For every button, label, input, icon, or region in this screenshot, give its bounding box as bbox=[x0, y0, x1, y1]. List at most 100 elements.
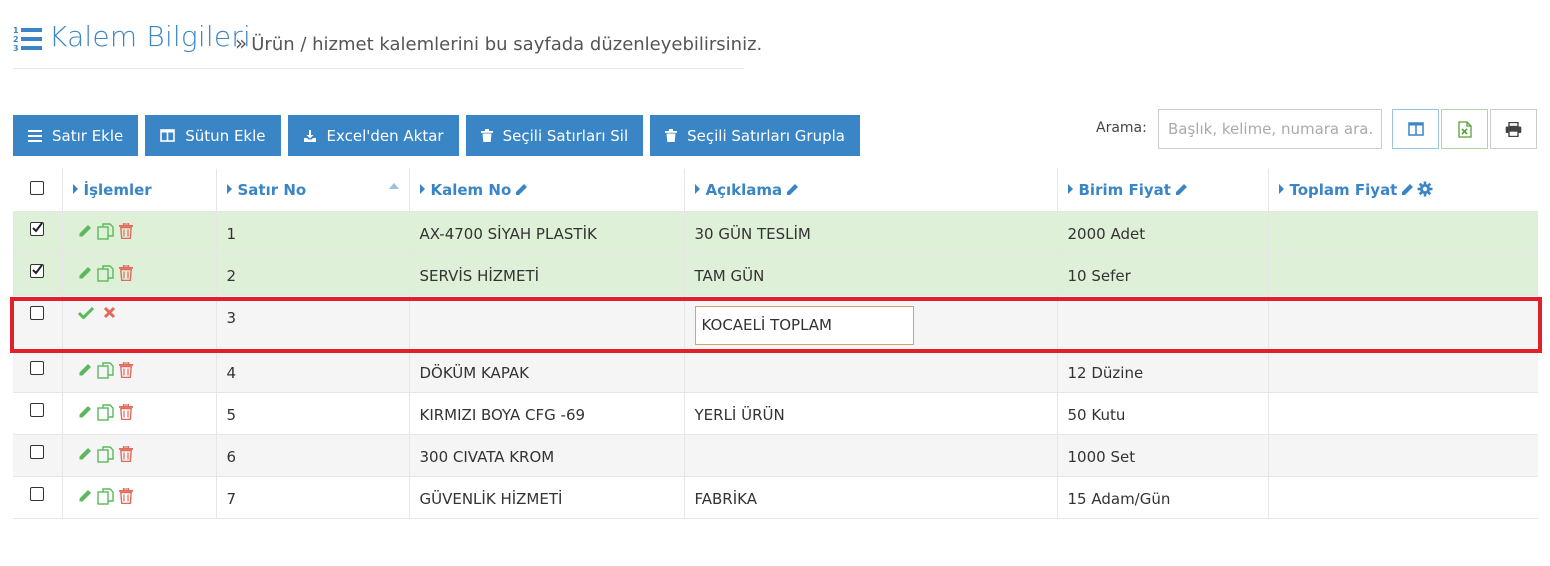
copy-icon[interactable] bbox=[96, 264, 114, 282]
unit-price-cell[interactable]: 50 Kutu bbox=[1056, 392, 1268, 435]
copy-icon[interactable] bbox=[96, 445, 114, 463]
item-no-cell[interactable]: 300 CIVATA KROM bbox=[408, 434, 684, 477]
unit-price-cell[interactable]: 10 Sefer bbox=[1056, 253, 1268, 296]
row-no-cell[interactable]: 7 bbox=[215, 476, 409, 519]
total-price-cell[interactable] bbox=[1267, 434, 1538, 477]
caret-icon bbox=[72, 183, 78, 194]
delete-icon[interactable] bbox=[118, 488, 133, 504]
row-checkbox[interactable] bbox=[30, 486, 45, 501]
row-checkbox[interactable] bbox=[30, 305, 45, 320]
row-checkbox[interactable] bbox=[30, 444, 45, 459]
print-button[interactable] bbox=[1490, 109, 1537, 149]
table-row[interactable]: 1 AX-4700 SİYAH PLASTİK 30 GÜN TESLİM 2000 … bbox=[13, 211, 1538, 254]
header-total-price[interactable]: Toplam Fiyat bbox=[1267, 169, 1538, 212]
header-item-no[interactable]: Kalem No bbox=[408, 169, 684, 212]
item-no-cell[interactable]: SERVİS HİZMETİ bbox=[408, 253, 684, 296]
edit-icon[interactable] bbox=[77, 363, 92, 378]
total-price-cell[interactable] bbox=[1267, 295, 1538, 351]
row-select-cell[interactable] bbox=[13, 295, 62, 351]
copy-icon[interactable] bbox=[96, 361, 114, 379]
items-table: İşlemler Satır No Kalem No Açıklama Biri… bbox=[13, 169, 1538, 519]
description-cell[interactable] bbox=[683, 295, 1057, 351]
row-checkbox[interactable] bbox=[30, 263, 45, 278]
header-unit-price[interactable]: Birim Fiyat bbox=[1056, 169, 1268, 212]
table-row[interactable]: 4 DÖKÜM KAPAK 12 Düzine bbox=[13, 350, 1538, 393]
gear-icon[interactable] bbox=[1417, 181, 1433, 197]
item-no-cell[interactable] bbox=[408, 295, 684, 351]
row-checkbox[interactable] bbox=[30, 402, 45, 417]
description-cell[interactable]: YERLİ ÜRÜN bbox=[683, 392, 1057, 435]
table-row[interactable]: 7 GÜVENLİK HİZMETİ FABRİKA 15 Adam/Gün bbox=[13, 476, 1538, 519]
delete-icon[interactable] bbox=[118, 223, 133, 239]
row-no-cell[interactable]: 1 bbox=[215, 211, 409, 254]
item-no-cell[interactable]: KIRMIZI BOYA CFG -69 bbox=[408, 392, 684, 435]
header-actions[interactable]: İşlemler bbox=[61, 169, 216, 212]
import-excel-button[interactable]: Excel'den Aktar bbox=[287, 115, 459, 156]
delete-icon[interactable] bbox=[118, 362, 133, 378]
row-select-cell[interactable] bbox=[13, 350, 62, 393]
table-row[interactable]: 5 KIRMIZI BOYA CFG -69 YERLİ ÜRÜN 50 Kutu bbox=[13, 392, 1538, 435]
add-row-button[interactable]: Satır Ekle bbox=[13, 115, 139, 156]
copy-icon[interactable] bbox=[96, 403, 114, 421]
header-select-all[interactable] bbox=[13, 169, 62, 212]
item-no-cell[interactable]: AX-4700 SİYAH PLASTİK bbox=[408, 211, 684, 254]
description-cell[interactable]: 30 GÜN TESLİM bbox=[683, 211, 1057, 254]
row-checkbox[interactable] bbox=[30, 360, 45, 375]
row-actions bbox=[73, 445, 216, 463]
delete-selected-button[interactable]: Seçili Satırları Sil bbox=[465, 115, 644, 156]
row-select-cell[interactable] bbox=[13, 392, 62, 435]
table-row[interactable]: 3 bbox=[13, 295, 1538, 351]
unit-price-cell[interactable]: 15 Adam/Gün bbox=[1056, 476, 1268, 519]
row-select-cell[interactable] bbox=[13, 253, 62, 296]
unit-price-cell[interactable]: 1000 Set bbox=[1056, 434, 1268, 477]
unit-price-cell[interactable]: 12 Düzine bbox=[1056, 350, 1268, 393]
header-row-no[interactable]: Satır No bbox=[215, 169, 409, 212]
edit-icon[interactable] bbox=[77, 266, 92, 281]
unit-price-cell[interactable] bbox=[1056, 295, 1268, 351]
header-description[interactable]: Açıklama bbox=[683, 169, 1057, 212]
table-row[interactable]: 2 SERVİS HİZMETİ TAM GÜN 10 Sefer bbox=[13, 253, 1538, 296]
total-price-cell[interactable] bbox=[1267, 350, 1538, 393]
edit-icon[interactable] bbox=[77, 489, 92, 504]
row-select-cell[interactable] bbox=[13, 434, 62, 477]
row-checkbox[interactable] bbox=[30, 221, 45, 236]
row-no-cell[interactable]: 5 bbox=[215, 392, 409, 435]
total-price-cell[interactable] bbox=[1267, 476, 1538, 519]
delete-icon[interactable] bbox=[118, 265, 133, 281]
column-visibility-button[interactable] bbox=[1392, 109, 1439, 149]
copy-icon[interactable] bbox=[96, 222, 114, 240]
row-select-cell[interactable] bbox=[13, 476, 62, 519]
add-column-button[interactable]: Sütun Ekle bbox=[145, 115, 281, 156]
confirm-icon[interactable] bbox=[77, 306, 94, 319]
row-no-cell[interactable]: 2 bbox=[215, 253, 409, 296]
unit-price-cell[interactable]: 2000 Adet bbox=[1056, 211, 1268, 254]
copy-icon[interactable] bbox=[96, 487, 114, 505]
row-no-cell[interactable]: 6 bbox=[215, 434, 409, 477]
edit-icon[interactable] bbox=[77, 447, 92, 462]
edit-icon[interactable] bbox=[77, 405, 92, 420]
search-input[interactable] bbox=[1158, 109, 1382, 149]
total-price-cell[interactable] bbox=[1267, 211, 1538, 254]
delete-icon[interactable] bbox=[118, 446, 133, 462]
description-edit-input[interactable] bbox=[694, 305, 914, 345]
total-price-cell[interactable] bbox=[1267, 253, 1538, 296]
description-cell[interactable] bbox=[683, 434, 1057, 477]
select-all-checkbox[interactable] bbox=[30, 180, 45, 195]
table-row[interactable]: 6 300 CIVATA KROM 1000 Set bbox=[13, 434, 1538, 477]
add-column-label: Sütun Ekle bbox=[185, 126, 266, 145]
description-cell[interactable]: FABRİKA bbox=[683, 476, 1057, 519]
row-select-cell[interactable] bbox=[13, 211, 62, 254]
unit-price-text: 12 Düzine bbox=[1067, 363, 1144, 382]
export-excel-button[interactable] bbox=[1441, 109, 1488, 149]
description-cell[interactable]: TAM GÜN bbox=[683, 253, 1057, 296]
row-no-cell[interactable]: 4 bbox=[215, 350, 409, 393]
item-no-cell[interactable]: DÖKÜM KAPAK bbox=[408, 350, 684, 393]
total-price-cell[interactable] bbox=[1267, 392, 1538, 435]
description-cell[interactable] bbox=[683, 350, 1057, 393]
group-selected-button[interactable]: Seçili Satırları Grupla bbox=[650, 115, 860, 156]
delete-icon[interactable] bbox=[118, 404, 133, 420]
row-no-cell[interactable]: 3 bbox=[215, 295, 409, 351]
cancel-icon[interactable] bbox=[103, 306, 116, 319]
item-no-cell[interactable]: GÜVENLİK HİZMETİ bbox=[408, 476, 684, 519]
edit-icon[interactable] bbox=[77, 224, 92, 239]
